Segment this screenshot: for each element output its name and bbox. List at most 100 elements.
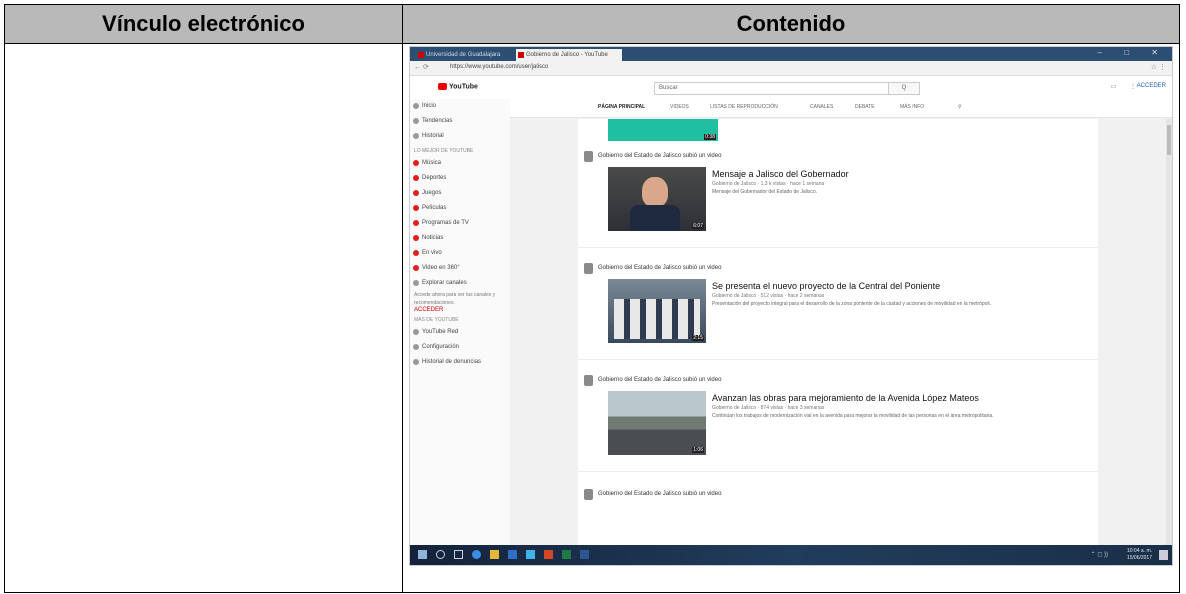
post-channel[interactable]: Gobierno del Estado de Jalisco subió un … <box>598 265 721 271</box>
post-channel[interactable]: Gobierno del Estado de Jalisco subió un … <box>598 377 721 383</box>
video-thumbnail[interactable]: 6:07 <box>608 167 706 231</box>
channel-avatar-icon[interactable] <box>584 263 593 274</box>
youtube-play-icon <box>438 83 447 90</box>
search-button[interactable]: Q <box>888 82 920 95</box>
back-reload-icon[interactable]: ← ⟳ <box>414 63 429 71</box>
tab-videos[interactable]: VIDEOS <box>670 104 689 110</box>
sidebar-item-denuncias[interactable]: Historial de denuncias <box>410 355 510 370</box>
feed-post: Gobierno del Estado de Jalisco subió un … <box>578 147 1098 248</box>
header-row: Vínculo electrónico Contenido <box>4 4 1180 44</box>
notifications-icon[interactable] <box>1159 550 1168 560</box>
bookmark-menu-icon[interactable]: ☆ ⋮ <box>1151 63 1166 71</box>
video-title[interactable]: Mensaje a Jalisco del Gobernador <box>712 169 849 179</box>
address-bar: ← ⟳ https://www.youtube.com/user/jalisco… <box>410 61 1172 76</box>
youtube-favicon-icon <box>518 52 524 58</box>
gear-icon <box>413 344 419 350</box>
windows-taskbar: ⌃ ◻ )) 10:04 a. m. 15/06/2017 <box>410 545 1172 565</box>
feed-post: Gobierno del Estado de Jalisco subió un … <box>578 371 1098 472</box>
file-explorer-icon[interactable] <box>490 550 499 559</box>
sidebar-item-explorar[interactable]: Explorar canales <box>410 276 510 291</box>
chrome-icon[interactable] <box>526 550 535 559</box>
task-view-icon[interactable] <box>454 550 463 559</box>
scrollbar-thumb[interactable] <box>1167 125 1171 155</box>
powerpoint-icon[interactable] <box>544 550 553 559</box>
live-icon <box>413 250 419 256</box>
sidebar-item-tv[interactable]: Programas de TV <box>410 216 510 231</box>
post-channel[interactable]: Gobierno del Estado de Jalisco subió un … <box>598 153 721 159</box>
music-icon <box>413 160 419 166</box>
post-channel[interactable]: Gobierno del Estado de Jalisco subió un … <box>598 491 721 497</box>
channel-feed: 0:38 Gobierno del Estado de Jalisco subi… <box>578 119 1098 545</box>
browse-channels-icon <box>413 280 419 286</box>
vinculo-cell <box>4 43 403 593</box>
browser-tab-bar: Universidad de Guadalajara Gobierno de J… <box>410 47 1172 61</box>
channel-tabs: PÁGINA PRINCIPAL VIDEOS LISTAS DE REPROD… <box>510 99 1172 118</box>
tab-listas[interactable]: LISTAS DE REPRODUCCIÓN <box>710 104 778 110</box>
channel-search-icon[interactable]: ⚲ <box>958 104 962 110</box>
tab-favicon-icon <box>418 52 424 58</box>
sidebar-item-deportes[interactable]: Deportes <box>410 171 510 186</box>
browser-tab-active[interactable]: Gobierno de Jalisco - YouTube <box>516 49 622 61</box>
cortana-icon[interactable] <box>436 550 445 559</box>
sidebar-item-config[interactable]: Configuración <box>410 340 510 355</box>
tab-debate[interactable]: DEBATE <box>855 104 875 110</box>
thumb-person <box>642 177 668 207</box>
tab-principal[interactable]: PÁGINA PRINCIPAL <box>598 104 645 110</box>
sidebar-item-juegos[interactable]: Juegos <box>410 186 510 201</box>
search-input[interactable]: Buscar <box>654 82 890 95</box>
taskbar-clock[interactable]: 10:04 a. m. 15/06/2017 <box>1127 548 1152 562</box>
video-360-icon <box>413 265 419 271</box>
tab-canales[interactable]: CANALES <box>810 104 833 110</box>
sidebar-item-peliculas[interactable]: Películas <box>410 201 510 216</box>
sidebar-item-historial[interactable]: Historial <box>410 129 510 144</box>
tab-masinfo[interactable]: MÁS INFO <box>900 104 924 110</box>
store-icon[interactable] <box>508 550 517 559</box>
start-windows-icon[interactable] <box>418 550 427 559</box>
tv-icon <box>413 220 419 226</box>
url-field[interactable]: https://www.youtube.com/user/jalisco <box>450 64 548 70</box>
sports-icon <box>413 175 419 181</box>
feed-post: Gobierno del Estado de Jalisco subió un … <box>578 485 1098 525</box>
video-duration: 0:38 <box>704 134 716 140</box>
youtube-main: PÁGINA PRINCIPAL VIDEOS LISTAS DE REPROD… <box>510 99 1172 545</box>
sidebar-item-360[interactable]: Video en 360° <box>410 261 510 276</box>
page-scrollbar[interactable] <box>1166 119 1172 545</box>
video-description: Continúan los trabajos de modernización … <box>712 413 994 419</box>
video-thumbnail[interactable]: 2:15 <box>608 279 706 343</box>
header-contenido: Contenido <box>402 4 1180 44</box>
video-thumbnail[interactable]: 1:06 <box>608 391 706 455</box>
youtube-logo[interactable]: YouTube <box>438 83 478 90</box>
sidebar-item-envivo[interactable]: En vivo <box>410 246 510 261</box>
feed-post: Gobierno del Estado de Jalisco subió un … <box>578 259 1098 360</box>
video-thumbnail[interactable]: 0:38 <box>608 119 718 141</box>
word-icon[interactable] <box>580 550 589 559</box>
document-table: Vínculo electrónico Contenido Universida… <box>4 4 1180 593</box>
signin-button[interactable]: ACCEDER <box>1137 83 1166 89</box>
sidebar-section-more: MÁS DE YOUTUBE <box>414 317 459 323</box>
sidebar-item-red[interactable]: YouTube Red <box>410 325 510 340</box>
sidebar-item-musica[interactable]: Música <box>410 156 510 171</box>
browser-tab[interactable]: Universidad de Guadalajara <box>416 49 522 61</box>
channel-avatar-icon[interactable] <box>584 489 593 500</box>
channel-avatar-icon[interactable] <box>584 151 593 162</box>
youtube-sidebar: Inicio Tendencias Historial LO MEJOR DE … <box>410 99 510 545</box>
video-description: Presentación del proyecto integral para … <box>712 301 992 307</box>
video-title[interactable]: Se presenta el nuevo proyecto de la Cent… <box>712 281 940 291</box>
video-duration: 2:15 <box>692 335 704 341</box>
thumb-people <box>614 299 700 339</box>
channel-avatar-icon[interactable] <box>584 375 593 386</box>
flag-icon <box>413 359 419 365</box>
sidebar-item-inicio[interactable]: Inicio <box>410 99 510 114</box>
header-vinculo: Vínculo electrónico <box>4 4 403 44</box>
video-duration: 1:06 <box>692 447 704 453</box>
window-controls[interactable]: – □ ✕ <box>1098 48 1168 57</box>
sidebar-item-noticias[interactable]: Noticias <box>410 231 510 246</box>
excel-icon[interactable] <box>562 550 571 559</box>
edge-icon[interactable] <box>472 550 481 559</box>
contenido-cell: Universidad de Guadalajara Gobierno de J… <box>402 43 1180 593</box>
video-meta: Gobierno de Jalisco · 1,3 k vistas · hac… <box>712 181 825 187</box>
clock-time: 10:04 a. m. <box>1126 548 1152 554</box>
system-tray[interactable]: ⌃ ◻ )) <box>1091 551 1108 558</box>
video-title[interactable]: Avanzan las obras para mejoramiento de l… <box>712 393 979 403</box>
sidebar-item-tendencias[interactable]: Tendencias <box>410 114 510 129</box>
